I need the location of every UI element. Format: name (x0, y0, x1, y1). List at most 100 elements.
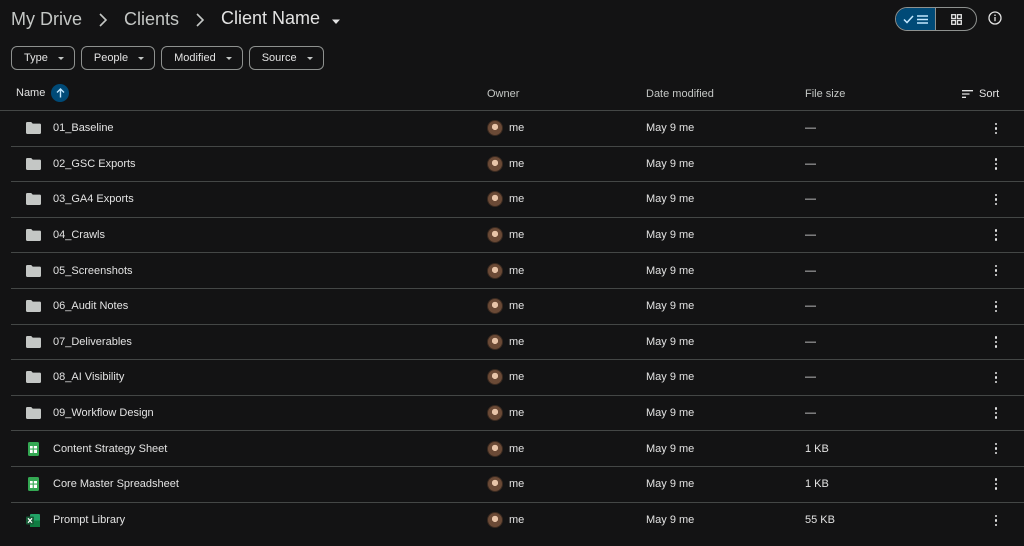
file-name: 05_Screenshots (53, 264, 133, 277)
table-row[interactable]: Prompt Library me May 9 me 55 KB (11, 503, 1024, 539)
breadcrumb-my-drive[interactable]: My Drive (11, 9, 82, 30)
date-modified: May 9 me (646, 371, 695, 384)
more-vert-icon (994, 514, 998, 527)
table-row[interactable]: 03_GA4 Exports me May 9 me — (11, 182, 1024, 218)
more-vert-icon (994, 478, 998, 490)
more-actions-button[interactable] (990, 218, 1002, 253)
grid-view-button[interactable] (936, 8, 976, 30)
table-row[interactable]: 08_AI Visibility me May 9 me — (11, 360, 1024, 396)
more-actions-button[interactable] (990, 431, 1002, 466)
info-button[interactable] (986, 9, 1004, 27)
avatar (487, 476, 503, 493)
table-row[interactable]: 05_Screenshots me May 9 me — (11, 253, 1024, 289)
table-row[interactable]: 06_Audit Notes me May 9 me — (11, 289, 1024, 325)
owner-name: me (509, 371, 525, 384)
owner-cell: me (487, 360, 524, 395)
arrow-up-icon (56, 88, 65, 98)
caret-down-icon (331, 9, 341, 30)
sort-direction-button[interactable] (51, 84, 70, 102)
owner-cell: me (487, 396, 524, 431)
sort-button[interactable]: Sort (962, 88, 999, 100)
file-name: Prompt Library (53, 514, 126, 527)
date-modified: May 9 me (646, 229, 695, 242)
owner-name: me (509, 335, 525, 348)
more-vert-icon (994, 407, 998, 419)
filter-modified-chip[interactable]: Modified (161, 46, 243, 70)
sheets-icon (24, 431, 42, 466)
breadcrumb-clients[interactable]: Clients (124, 9, 179, 30)
more-actions-button[interactable] (990, 147, 1002, 182)
more-vert-icon (994, 193, 998, 206)
more-actions-button[interactable] (990, 467, 1002, 502)
table-row[interactable]: 01_Baseline me May 9 me — (11, 111, 1024, 147)
column-name-label: Name (16, 87, 46, 99)
folder-icon (24, 147, 42, 182)
avatar (487, 369, 503, 386)
more-vert-icon (994, 229, 998, 241)
file-size: — (805, 193, 816, 206)
caret-down-icon (138, 56, 145, 60)
file-size: — (805, 371, 816, 384)
folder-icon (24, 325, 42, 360)
table-row[interactable]: 02_GSC Exports me May 9 me — (11, 147, 1024, 183)
owner-name: me (509, 407, 525, 420)
table-row[interactable]: 07_Deliverables me May 9 me — (11, 325, 1024, 361)
chevron-right-icon (82, 9, 124, 30)
more-vert-icon (994, 122, 998, 135)
info-icon (988, 11, 1002, 25)
owner-cell: me (487, 218, 524, 253)
list-view-button[interactable] (896, 8, 937, 30)
filter-type-chip[interactable]: Type (11, 46, 75, 70)
table-row[interactable]: 09_Workflow Design me May 9 me — (11, 396, 1024, 432)
owner-cell: me (487, 111, 524, 146)
more-actions-button[interactable] (990, 503, 1002, 539)
column-header-file-size[interactable]: File size (805, 88, 845, 100)
file-size: — (805, 229, 816, 242)
file-size: — (805, 300, 816, 313)
column-header-date-modified[interactable]: Date modified (646, 88, 714, 100)
more-actions-button[interactable] (990, 111, 1002, 146)
chip-label: Type (24, 52, 48, 64)
date-modified: May 9 me (646, 407, 695, 420)
list-icon (917, 14, 928, 24)
table-row[interactable]: Core Master Spreadsheet me May 9 me 1 KB (11, 467, 1024, 503)
more-actions-button[interactable] (990, 325, 1002, 360)
more-actions-button[interactable] (990, 289, 1002, 324)
breadcrumb-client-name[interactable]: Client Name (221, 8, 341, 30)
file-size: — (805, 157, 816, 170)
owner-name: me (509, 478, 525, 491)
folder-icon (24, 111, 42, 146)
file-name: 02_GSC Exports (53, 157, 136, 170)
avatar (487, 262, 503, 279)
avatar (487, 512, 503, 529)
file-size: — (805, 264, 816, 277)
owner-name: me (509, 514, 525, 527)
owner-name: me (509, 264, 525, 277)
more-actions-button[interactable] (990, 396, 1002, 431)
date-modified: May 9 me (646, 193, 695, 206)
more-vert-icon (994, 442, 998, 455)
more-actions-button[interactable] (990, 182, 1002, 217)
filter-source-chip[interactable]: Source (248, 46, 324, 70)
file-size: 1 KB (805, 442, 829, 455)
table-row[interactable]: Content Strategy Sheet me May 9 me 1 KB (11, 431, 1024, 467)
date-modified: May 9 me (646, 157, 695, 170)
file-name: Content Strategy Sheet (53, 442, 168, 455)
date-modified: May 9 me (646, 442, 695, 455)
avatar (487, 191, 503, 208)
date-modified: May 9 me (646, 264, 695, 277)
folder-icon (24, 396, 42, 431)
column-header-name[interactable]: Name (16, 84, 70, 102)
owner-name: me (509, 442, 525, 455)
more-actions-button[interactable] (990, 360, 1002, 395)
filter-people-chip[interactable]: People (80, 46, 156, 70)
chip-label: Modified (174, 52, 216, 64)
avatar (487, 333, 503, 350)
table-row[interactable]: 04_Crawls me May 9 me — (11, 218, 1024, 254)
caret-down-icon (57, 56, 64, 60)
column-header-owner[interactable]: Owner (487, 88, 519, 100)
avatar (487, 298, 503, 315)
more-actions-button[interactable] (990, 253, 1002, 288)
owner-cell: me (487, 431, 524, 466)
caret-down-icon (306, 56, 313, 60)
